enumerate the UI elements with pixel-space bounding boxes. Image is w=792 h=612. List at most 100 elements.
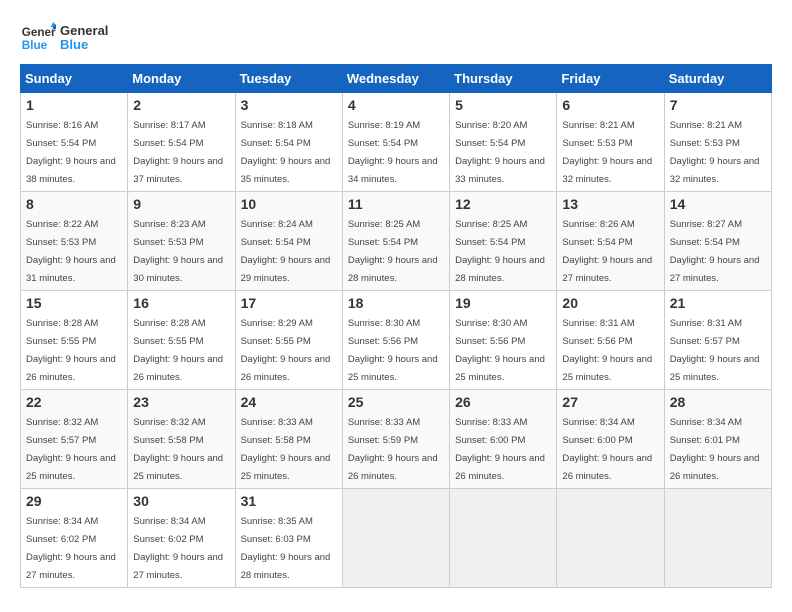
day-info: Sunrise: 8:24 AMSunset: 5:54 PMDaylight:… xyxy=(241,219,331,284)
logo-icon: General Blue xyxy=(20,20,56,56)
calendar-cell xyxy=(450,489,557,588)
day-number: 29 xyxy=(26,493,122,509)
calendar-cell: 14 Sunrise: 8:27 AMSunset: 5:54 PMDaylig… xyxy=(664,192,771,291)
day-number: 8 xyxy=(26,196,122,212)
day-number: 18 xyxy=(348,295,444,311)
calendar-cell: 12 Sunrise: 8:25 AMSunset: 5:54 PMDaylig… xyxy=(450,192,557,291)
day-number: 1 xyxy=(26,97,122,113)
calendar-cell: 7 Sunrise: 8:21 AMSunset: 5:53 PMDayligh… xyxy=(664,93,771,192)
day-info: Sunrise: 8:34 AMSunset: 6:01 PMDaylight:… xyxy=(670,417,760,482)
day-number: 22 xyxy=(26,394,122,410)
day-number: 16 xyxy=(133,295,229,311)
day-info: Sunrise: 8:33 AMSunset: 6:00 PMDaylight:… xyxy=(455,417,545,482)
day-number: 3 xyxy=(241,97,337,113)
calendar-cell: 27 Sunrise: 8:34 AMSunset: 6:00 PMDaylig… xyxy=(557,390,664,489)
day-info: Sunrise: 8:19 AMSunset: 5:54 PMDaylight:… xyxy=(348,120,438,185)
logo: General Blue General Blue xyxy=(20,20,108,56)
calendar-cell: 15 Sunrise: 8:28 AMSunset: 5:55 PMDaylig… xyxy=(21,291,128,390)
day-number: 25 xyxy=(348,394,444,410)
day-info: Sunrise: 8:28 AMSunset: 5:55 PMDaylight:… xyxy=(133,318,223,383)
calendar-cell: 13 Sunrise: 8:26 AMSunset: 5:54 PMDaylig… xyxy=(557,192,664,291)
calendar-table: SundayMondayTuesdayWednesdayThursdayFrid… xyxy=(20,64,772,588)
day-info: Sunrise: 8:17 AMSunset: 5:54 PMDaylight:… xyxy=(133,120,223,185)
day-info: Sunrise: 8:34 AMSunset: 6:00 PMDaylight:… xyxy=(562,417,652,482)
calendar-cell: 8 Sunrise: 8:22 AMSunset: 5:53 PMDayligh… xyxy=(21,192,128,291)
day-info: Sunrise: 8:18 AMSunset: 5:54 PMDaylight:… xyxy=(241,120,331,185)
calendar-cell: 10 Sunrise: 8:24 AMSunset: 5:54 PMDaylig… xyxy=(235,192,342,291)
calendar-cell: 1 Sunrise: 8:16 AMSunset: 5:54 PMDayligh… xyxy=(21,93,128,192)
day-info: Sunrise: 8:29 AMSunset: 5:55 PMDaylight:… xyxy=(241,318,331,383)
calendar-cell: 31 Sunrise: 8:35 AMSunset: 6:03 PMDaylig… xyxy=(235,489,342,588)
calendar-cell: 23 Sunrise: 8:32 AMSunset: 5:58 PMDaylig… xyxy=(128,390,235,489)
calendar-cell: 16 Sunrise: 8:28 AMSunset: 5:55 PMDaylig… xyxy=(128,291,235,390)
calendar-cell: 29 Sunrise: 8:34 AMSunset: 6:02 PMDaylig… xyxy=(21,489,128,588)
day-number: 28 xyxy=(670,394,766,410)
calendar-cell: 19 Sunrise: 8:30 AMSunset: 5:56 PMDaylig… xyxy=(450,291,557,390)
day-info: Sunrise: 8:30 AMSunset: 5:56 PMDaylight:… xyxy=(455,318,545,383)
calendar-cell: 2 Sunrise: 8:17 AMSunset: 5:54 PMDayligh… xyxy=(128,93,235,192)
calendar-cell: 5 Sunrise: 8:20 AMSunset: 5:54 PMDayligh… xyxy=(450,93,557,192)
calendar-cell xyxy=(664,489,771,588)
day-number: 26 xyxy=(455,394,551,410)
day-number: 31 xyxy=(241,493,337,509)
logo-general: General xyxy=(60,24,108,38)
calendar-week-row: 22 Sunrise: 8:32 AMSunset: 5:57 PMDaylig… xyxy=(21,390,772,489)
day-info: Sunrise: 8:33 AMSunset: 5:58 PMDaylight:… xyxy=(241,417,331,482)
col-header-saturday: Saturday xyxy=(664,65,771,93)
col-header-sunday: Sunday xyxy=(21,65,128,93)
calendar-week-row: 1 Sunrise: 8:16 AMSunset: 5:54 PMDayligh… xyxy=(21,93,772,192)
calendar-week-row: 8 Sunrise: 8:22 AMSunset: 5:53 PMDayligh… xyxy=(21,192,772,291)
day-number: 2 xyxy=(133,97,229,113)
day-number: 4 xyxy=(348,97,444,113)
day-info: Sunrise: 8:21 AMSunset: 5:53 PMDaylight:… xyxy=(562,120,652,185)
calendar-week-row: 15 Sunrise: 8:28 AMSunset: 5:55 PMDaylig… xyxy=(21,291,772,390)
day-number: 6 xyxy=(562,97,658,113)
svg-text:General: General xyxy=(22,26,56,39)
day-number: 5 xyxy=(455,97,551,113)
day-number: 20 xyxy=(562,295,658,311)
day-number: 24 xyxy=(241,394,337,410)
calendar-cell: 26 Sunrise: 8:33 AMSunset: 6:00 PMDaylig… xyxy=(450,390,557,489)
day-number: 21 xyxy=(670,295,766,311)
day-info: Sunrise: 8:26 AMSunset: 5:54 PMDaylight:… xyxy=(562,219,652,284)
calendar-cell: 17 Sunrise: 8:29 AMSunset: 5:55 PMDaylig… xyxy=(235,291,342,390)
logo-blue: Blue xyxy=(60,38,108,52)
calendar-cell: 20 Sunrise: 8:31 AMSunset: 5:56 PMDaylig… xyxy=(557,291,664,390)
calendar-cell: 11 Sunrise: 8:25 AMSunset: 5:54 PMDaylig… xyxy=(342,192,449,291)
day-info: Sunrise: 8:16 AMSunset: 5:54 PMDaylight:… xyxy=(26,120,116,185)
day-info: Sunrise: 8:32 AMSunset: 5:58 PMDaylight:… xyxy=(133,417,223,482)
calendar-week-row: 29 Sunrise: 8:34 AMSunset: 6:02 PMDaylig… xyxy=(21,489,772,588)
day-number: 19 xyxy=(455,295,551,311)
day-number: 27 xyxy=(562,394,658,410)
day-info: Sunrise: 8:31 AMSunset: 5:57 PMDaylight:… xyxy=(670,318,760,383)
day-number: 30 xyxy=(133,493,229,509)
day-number: 17 xyxy=(241,295,337,311)
col-header-friday: Friday xyxy=(557,65,664,93)
calendar-cell: 18 Sunrise: 8:30 AMSunset: 5:56 PMDaylig… xyxy=(342,291,449,390)
day-number: 11 xyxy=(348,196,444,212)
day-number: 23 xyxy=(133,394,229,410)
calendar-cell: 25 Sunrise: 8:33 AMSunset: 5:59 PMDaylig… xyxy=(342,390,449,489)
day-info: Sunrise: 8:25 AMSunset: 5:54 PMDaylight:… xyxy=(348,219,438,284)
calendar-cell: 28 Sunrise: 8:34 AMSunset: 6:01 PMDaylig… xyxy=(664,390,771,489)
calendar-header-row: SundayMondayTuesdayWednesdayThursdayFrid… xyxy=(21,65,772,93)
day-info: Sunrise: 8:32 AMSunset: 5:57 PMDaylight:… xyxy=(26,417,116,482)
day-info: Sunrise: 8:28 AMSunset: 5:55 PMDaylight:… xyxy=(26,318,116,383)
calendar-cell: 21 Sunrise: 8:31 AMSunset: 5:57 PMDaylig… xyxy=(664,291,771,390)
day-info: Sunrise: 8:30 AMSunset: 5:56 PMDaylight:… xyxy=(348,318,438,383)
day-number: 10 xyxy=(241,196,337,212)
day-number: 7 xyxy=(670,97,766,113)
calendar-cell: 6 Sunrise: 8:21 AMSunset: 5:53 PMDayligh… xyxy=(557,93,664,192)
col-header-wednesday: Wednesday xyxy=(342,65,449,93)
day-info: Sunrise: 8:23 AMSunset: 5:53 PMDaylight:… xyxy=(133,219,223,284)
calendar-cell: 22 Sunrise: 8:32 AMSunset: 5:57 PMDaylig… xyxy=(21,390,128,489)
calendar-cell: 9 Sunrise: 8:23 AMSunset: 5:53 PMDayligh… xyxy=(128,192,235,291)
col-header-thursday: Thursday xyxy=(450,65,557,93)
day-info: Sunrise: 8:20 AMSunset: 5:54 PMDaylight:… xyxy=(455,120,545,185)
day-info: Sunrise: 8:33 AMSunset: 5:59 PMDaylight:… xyxy=(348,417,438,482)
day-info: Sunrise: 8:34 AMSunset: 6:02 PMDaylight:… xyxy=(133,516,223,581)
day-info: Sunrise: 8:35 AMSunset: 6:03 PMDaylight:… xyxy=(241,516,331,581)
calendar-cell: 3 Sunrise: 8:18 AMSunset: 5:54 PMDayligh… xyxy=(235,93,342,192)
col-header-tuesday: Tuesday xyxy=(235,65,342,93)
calendar-cell xyxy=(342,489,449,588)
